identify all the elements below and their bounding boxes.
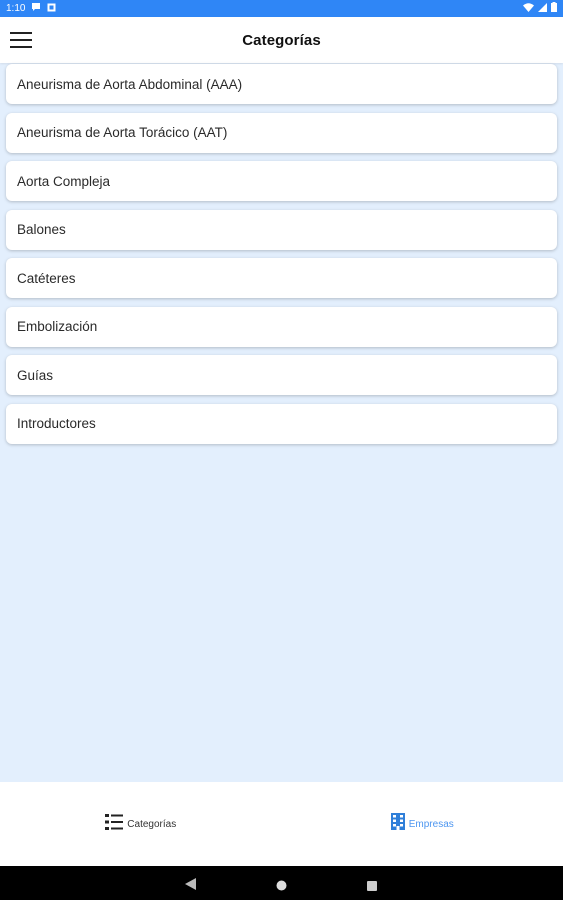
category-list: Aneurisma de Aorta Abdominal (AAA) Aneur…: [6, 64, 557, 452]
status-time: 1:10: [6, 3, 26, 14]
category-item-embolizacion[interactable]: Embolización: [6, 306, 557, 347]
category-label: Guías: [17, 367, 54, 383]
nav-label-empresas: Empresas: [408, 818, 454, 830]
system-nav-bar: [0, 866, 563, 900]
category-item-guias[interactable]: Guías: [6, 355, 557, 395]
wifi-icon: [523, 2, 534, 15]
status-right: [523, 2, 557, 15]
category-item-aat[interactable]: Aneurisma de Aorta Torácico (AAT): [6, 112, 557, 153]
app-bar: Categorías: [0, 17, 563, 63]
nav-tab-empresas[interactable]: Empresas: [282, 782, 563, 866]
nav-tab-categorias[interactable]: Categorías: [0, 782, 282, 866]
building-icon: [390, 813, 405, 835]
category-item-aorta-compleja[interactable]: Aorta Compleja: [6, 161, 557, 201]
category-label: Balones: [17, 222, 66, 237]
list-icon: [105, 813, 124, 836]
photo-icon: [47, 3, 56, 15]
category-label: Aneurisma de Aorta Torácico (AAT): [17, 125, 228, 140]
chat-bubble-icon: [31, 2, 41, 15]
category-label: Aorta Compleja: [17, 173, 111, 189]
signal-icon: [538, 2, 547, 15]
category-label: Introductores: [17, 416, 96, 431]
category-item-introductores[interactable]: Introductores: [6, 403, 557, 444]
category-label: Embolización: [17, 319, 98, 334]
back-icon[interactable]: [185, 877, 196, 895]
bottom-nav: Categorías Empresas: [0, 782, 563, 866]
nav-label-categorias: Categorías: [127, 818, 177, 830]
status-left: 1:10: [6, 2, 56, 15]
page-title: Categorías: [242, 31, 321, 49]
category-item-balones[interactable]: Balones: [6, 209, 557, 250]
category-item-cateteres[interactable]: Catéteres: [6, 258, 557, 298]
status-bar: 1:10: [0, 0, 563, 17]
category-item-aaa[interactable]: Aneurisma de Aorta Abdominal (AAA): [6, 64, 557, 104]
battery-icon: [551, 2, 557, 15]
recents-icon[interactable]: [367, 878, 377, 896]
category-label: Aneurisma de Aorta Abdominal (AAA): [17, 76, 243, 92]
hamburger-menu-icon[interactable]: [10, 27, 36, 53]
category-label: Catéteres: [17, 270, 76, 286]
home-icon[interactable]: [276, 878, 287, 896]
